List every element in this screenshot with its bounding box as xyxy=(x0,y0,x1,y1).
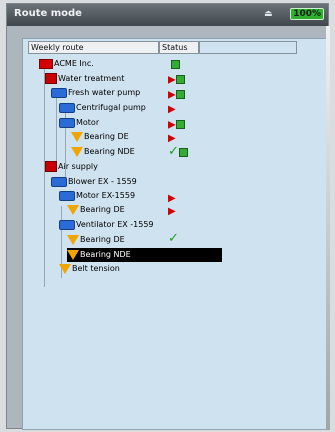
tree-line xyxy=(44,68,45,287)
tree-item-motor-ex[interactable]: Motor EX-1559 xyxy=(59,189,135,203)
tree-item-water-treatment[interactable]: Water treatment xyxy=(45,72,124,86)
window-title: Route mode xyxy=(14,8,82,19)
bearing-icon xyxy=(59,263,71,274)
route-mode-window: Route mode ⏏ 100% Weekly route Status AC… xyxy=(6,3,330,430)
status-red-icon: ▶ xyxy=(168,104,176,115)
building-icon xyxy=(45,73,57,84)
tree-item-belt-tension[interactable]: Belt tension xyxy=(59,262,120,276)
title-bar: Route mode ⏏ 100% xyxy=(7,4,328,26)
tree-item-bearing-nde[interactable]: Bearing NDE xyxy=(71,145,135,159)
bearing-icon xyxy=(67,249,79,260)
tree-item-bearing-de-2[interactable]: Bearing DE xyxy=(67,203,125,217)
status-red-green-icon: ▶ xyxy=(168,120,185,131)
battery-percent: 100% xyxy=(290,8,324,20)
right-edge xyxy=(326,26,330,430)
pump-icon xyxy=(51,87,67,98)
tree-item-centrifugal-pump[interactable]: Centrifugal pump xyxy=(59,101,146,115)
empty-header xyxy=(199,41,297,54)
tree-item-acme[interactable]: ACME Inc. xyxy=(39,57,94,71)
company-icon xyxy=(39,58,53,69)
bearing-icon xyxy=(71,131,83,142)
status-red-icon: ▶ xyxy=(168,193,176,204)
status-red-icon: ▶ xyxy=(168,133,176,144)
tree-item-ventilator[interactable]: Ventilator EX -1559 xyxy=(59,218,154,232)
status-header[interactable]: Status xyxy=(159,41,199,54)
pump-icon xyxy=(59,102,75,113)
bearing-icon xyxy=(67,204,79,215)
pump-icon xyxy=(59,219,75,230)
status-red-green-icon: ▶ xyxy=(168,90,185,101)
pump-icon xyxy=(59,190,75,201)
pump-icon xyxy=(51,176,67,187)
status-red-green-icon: ▶ xyxy=(168,75,185,86)
pump-icon xyxy=(59,117,75,128)
weekly-route-header[interactable]: Weekly route xyxy=(28,41,159,54)
bearing-icon xyxy=(67,234,79,245)
battery-indicator: 100% xyxy=(290,8,324,20)
tree-item-bearing-nde-selected[interactable]: Bearing NDE xyxy=(67,248,222,262)
status-red-icon: ▶ xyxy=(168,206,176,217)
status-check-green-icon: ✓ xyxy=(168,145,188,158)
tree-item-air-supply[interactable]: Air supply xyxy=(45,160,98,174)
status-check-icon: ✓ xyxy=(168,231,179,246)
tree-item-bearing-de-3[interactable]: Bearing DE xyxy=(67,233,125,247)
tree-item-bearing-de[interactable]: Bearing DE xyxy=(71,130,129,144)
tree-item-motor[interactable]: Motor xyxy=(59,116,99,130)
route-tree-panel: Weekly route Status ACME Inc. Water trea… xyxy=(22,38,327,430)
battery-status-icon: ⏏ xyxy=(264,9,273,19)
status-green-icon xyxy=(171,60,180,71)
bearing-icon xyxy=(71,146,83,157)
tree-item-blower[interactable]: Blower EX - 1559 xyxy=(51,175,137,189)
tree-item-fresh-water-pump[interactable]: Fresh water pump xyxy=(51,86,140,100)
building-icon xyxy=(45,161,57,172)
